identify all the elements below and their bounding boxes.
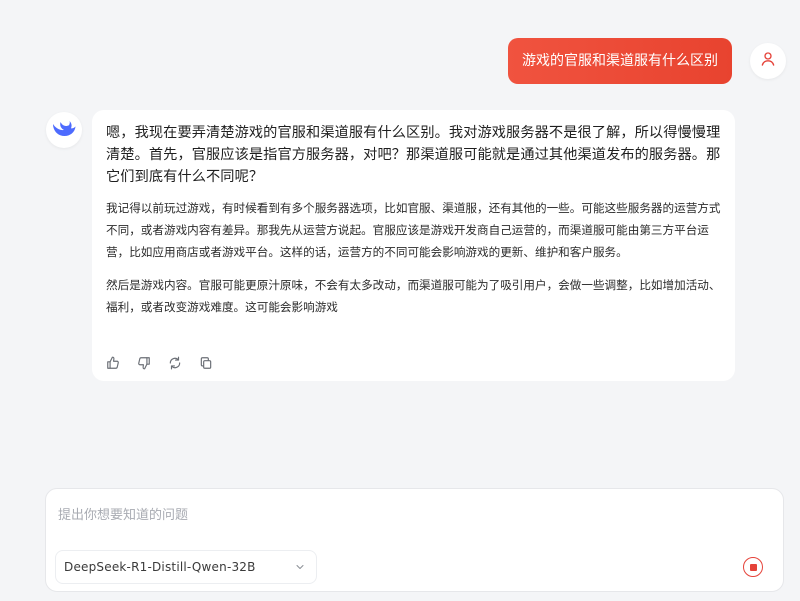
copy-icon[interactable] <box>199 356 213 370</box>
assistant-avatar <box>46 112 82 148</box>
stop-generation-button[interactable] <box>743 557 763 577</box>
assistant-paragraph: 然后是游戏内容。官服可能更原汁原味，不会有太多改动，而渠道服可能为了吸引用户，会… <box>106 278 721 314</box>
user-message-row: 游戏的官服和渠道服有什么区别 <box>508 38 786 84</box>
deepseek-whale-icon <box>51 118 77 142</box>
regenerate-icon[interactable] <box>168 356 182 370</box>
user-icon <box>759 50 777 72</box>
thumbs-down-icon[interactable] <box>137 356 151 370</box>
stop-icon <box>749 563 757 571</box>
message-composer: DeepSeek-R1-Distill-Qwen-32B <box>45 488 784 592</box>
thumbs-up-icon[interactable] <box>106 356 120 370</box>
question-input[interactable] <box>58 503 698 527</box>
assistant-paragraph: 我记得以前玩过游戏，有时候看到有多个服务器选项，比如官服、渠道服，还有其他的一些… <box>106 201 721 259</box>
chat-page: 游戏的官服和渠道服有什么区别 嗯，我现在要弄清楚游戏的官服和渠道服有什么区别。我… <box>0 0 800 601</box>
user-avatar <box>750 43 786 79</box>
assistant-actions <box>106 356 213 370</box>
chevron-down-icon <box>294 558 306 577</box>
assistant-message-card: 嗯，我现在要弄清楚游戏的官服和渠道服有什么区别。我对游戏服务器不是很了解，所以得… <box>92 110 735 381</box>
model-select[interactable]: DeepSeek-R1-Distill-Qwen-32B <box>55 550 317 584</box>
assistant-thinking-text: 嗯，我现在要弄清楚游戏的官服和渠道服有什么区别。我对游戏服务器不是很了解，所以得… <box>106 125 721 185</box>
user-message-bubble: 游戏的官服和渠道服有什么区别 <box>508 38 732 84</box>
model-select-value: DeepSeek-R1-Distill-Qwen-32B <box>64 560 256 574</box>
